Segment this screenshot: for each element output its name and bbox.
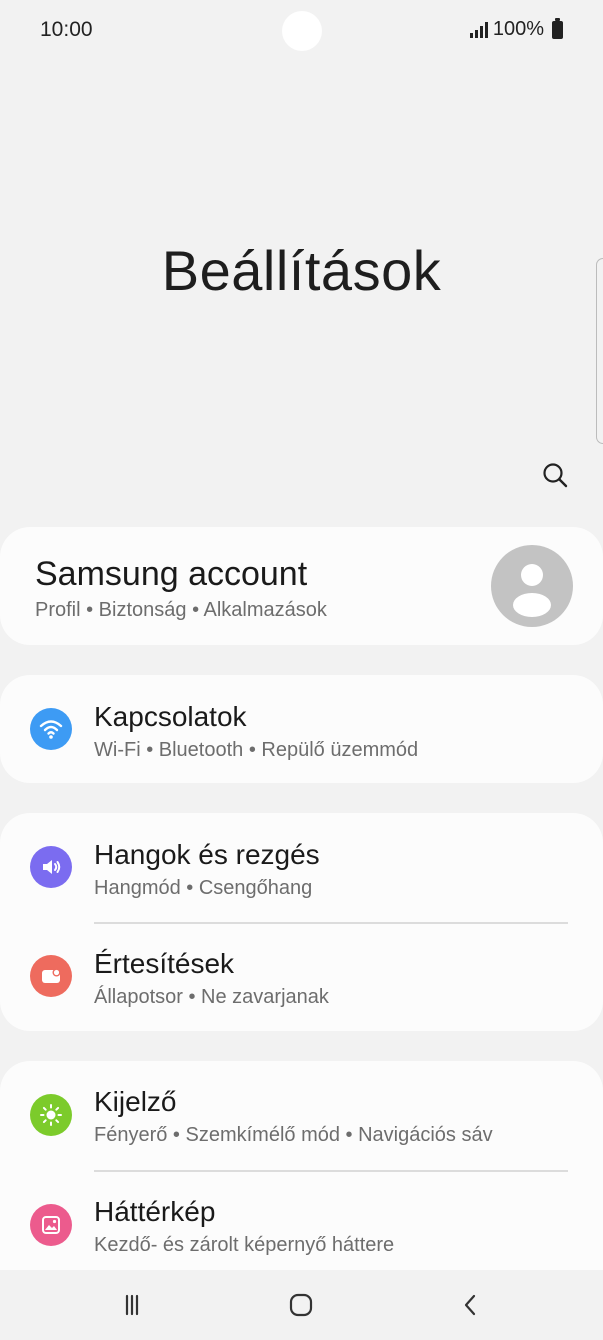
wallpaper-title: Háttérkép (94, 1196, 216, 1227)
connections-subtitle: Wi-Fi • Bluetooth • Repülő üzemmód (94, 739, 419, 761)
home-icon[interactable] (281, 1287, 321, 1323)
status-bar: 10:00 100% (0, 0, 603, 60)
sounds-notifications-card: Hangok és rezgés Hangmód • Csengőhang Ér… (0, 813, 603, 1031)
brightness-icon (30, 1094, 72, 1136)
notifications-subtitle: Állapotsor • Ne zavarjanak (94, 986, 329, 1008)
account-subtitle: Profil • Biztonság • Alkalmazások (35, 599, 327, 621)
battery-percent: 100% (492, 18, 544, 40)
settings-item-notifications[interactable]: Értesítések Állapotsor • Ne zavarjanak (0, 923, 603, 1033)
notification-icon (30, 955, 72, 997)
connections-card: Kapcsolatok Wi-Fi • Bluetooth • Repülő ü… (0, 675, 603, 783)
wallpaper-icon (30, 1204, 72, 1246)
navigation-bar (0, 1270, 603, 1340)
recent-apps-icon[interactable] (112, 1287, 152, 1323)
search-icon[interactable] (538, 458, 574, 494)
speaker-icon (30, 846, 72, 888)
back-icon[interactable] (450, 1287, 490, 1323)
status-icons: 100% (469, 17, 563, 41)
account-title: Samsung account (35, 555, 308, 593)
page-title: Beállítások (161, 239, 442, 302)
signal-icon (469, 21, 488, 38)
settings-item-sounds[interactable]: Hangok és rezgés Hangmód • Csengőhang (0, 813, 603, 923)
display-subtitle: Fényerő • Szemkímélő mód • Navigációs sá… (94, 1124, 493, 1146)
samsung-account-card[interactable]: Samsung account Profil • Biztonság • Alk… (0, 527, 603, 645)
settings-item-display[interactable]: Kijelző Fényerő • Szemkímélő mód • Navig… (0, 1061, 603, 1171)
sounds-subtitle: Hangmód • Csengőhang (94, 877, 313, 899)
display-wallpaper-card: Kijelző Fényerő • Szemkímélő mód • Navig… (0, 1061, 603, 1301)
camera-cutout (282, 11, 322, 51)
wifi-icon (30, 708, 72, 750)
display-title: Kijelző (94, 1086, 177, 1117)
connections-title: Kapcsolatok (94, 701, 247, 732)
settings-item-connections[interactable]: Kapcsolatok Wi-Fi • Bluetooth • Repülő ü… (0, 675, 603, 785)
status-time: 10:00 (40, 18, 93, 41)
sounds-title: Hangok és rezgés (94, 839, 320, 870)
settings-item-wallpaper[interactable]: Háttérkép Kezdő- és zárolt képernyő hátt… (0, 1171, 603, 1281)
person-avatar-icon (491, 545, 573, 627)
wallpaper-subtitle: Kezdő- és zárolt képernyő háttere (94, 1234, 395, 1256)
notifications-title: Értesítések (94, 948, 235, 979)
battery-icon (552, 17, 563, 39)
